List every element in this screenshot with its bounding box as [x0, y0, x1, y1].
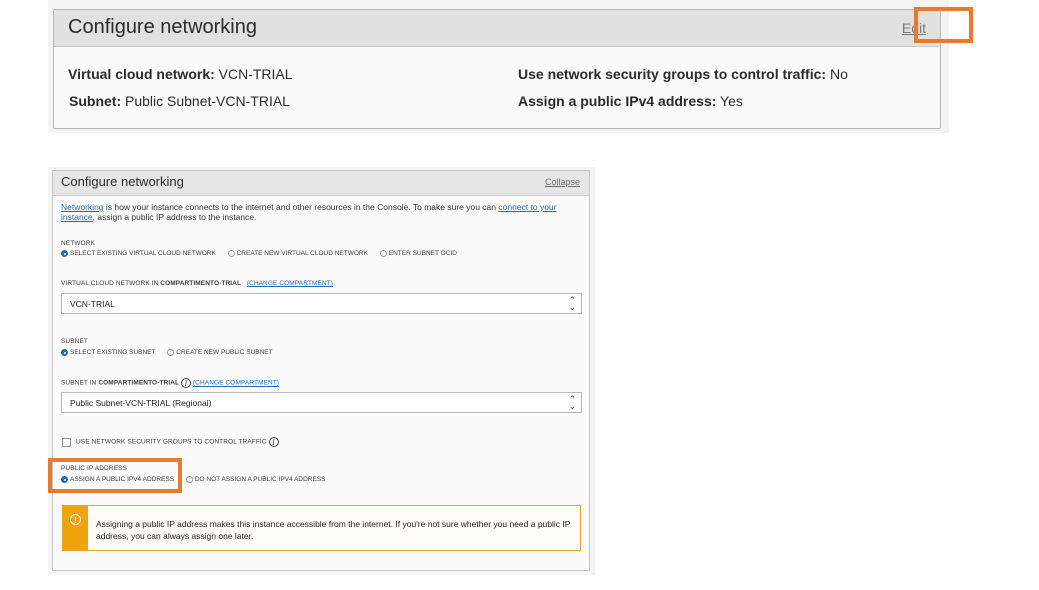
summary-subnet: Subnet: Public Subnet-VCN-TRIAL [69, 93, 290, 109]
nsg-label: USE NETWORK SECURITY GROUPS TO CONTROL T… [76, 438, 267, 446]
radio-label: SELECT EXISTING SUBNET [70, 349, 156, 357]
radio-dot [379, 250, 387, 257]
subnet-label: SUBNET [61, 338, 88, 345]
subnet-label-compartment: COMPARTIMENTO-TRIAL [98, 379, 180, 387]
edit-highlight-box [914, 7, 973, 43]
radio-create-new-vcn[interactable]: CREATE NEW VIRTUAL CLOUD NETWORK [227, 250, 368, 258]
radio-dot [61, 349, 68, 356]
radio-select-existing-subnet[interactable]: SELECT EXISTING SUBNET [61, 349, 155, 356]
summary-nsg: Use network security groups to control t… [518, 66, 848, 82]
summary-subnet-key: Subnet: [69, 93, 122, 109]
radio-do-not-assign-ipv4[interactable]: DO NOT ASSIGN A PUBLIC IPV4 ADDRESS [185, 476, 326, 484]
radio-label: ENTER SUBNET OCID [388, 250, 457, 258]
warning-icon: ! [70, 514, 81, 525]
networking-summary-card: Configure networking Edit Virtual cloud … [53, 9, 941, 129]
summary-subnet-value: Public Subnet-VCN-TRIAL [125, 93, 290, 109]
public-ip-notice: ! Assigning a public IP address makes th… [62, 505, 581, 551]
form-title: Configure networking [61, 174, 184, 189]
network-radio-group: SELECT EXISTING VIRTUAL CLOUD NETWORK CR… [61, 250, 467, 257]
summary-ipv4: Assign a public IPv4 address: Yes [518, 93, 743, 109]
summary-ipv4-key: Assign a public IPv4 address: [518, 93, 717, 109]
intro-text: Networking is how your instance connects… [61, 202, 576, 222]
form-header: Configure networking Collapse [53, 171, 589, 196]
public-ip-highlight-box [48, 458, 182, 493]
radio-dot [167, 349, 175, 356]
summary-nsg-value: No [829, 66, 848, 82]
summary-nsg-key: Use network security groups to control t… [518, 66, 827, 82]
summary-vcn: Virtual cloud network: VCN-TRIAL [68, 66, 293, 82]
subnet-select-value: Public Subnet-VCN-TRIAL (Regional) [70, 398, 212, 408]
change-compartment-link[interactable]: (CHANGE COMPARTMENT) [247, 280, 333, 287]
radio-enter-subnet-ocid[interactable]: ENTER SUBNET OCID [379, 250, 457, 258]
notice-text: Assigning a public IP address makes this… [96, 519, 571, 541]
radio-label: DO NOT ASSIGN A PUBLIC IPV4 ADDRESS [194, 476, 326, 484]
radio-label: CREATE NEW VIRTUAL CLOUD NETWORK [236, 250, 368, 258]
radio-dot [185, 476, 193, 483]
subnet-select[interactable]: Public Subnet-VCN-TRIAL (Regional) ⌃ ⌄ [61, 392, 582, 413]
vcn-label-prefix: VIRTUAL CLOUD NETWORK IN [61, 280, 161, 287]
change-compartment-link-subnet[interactable]: (CHANGE COMPARTMENT) [193, 380, 279, 387]
subnet-label-prefix: SUBNET IN [61, 379, 99, 387]
vcn-select-value: VCN-TRIAL [70, 299, 115, 309]
summary-vcn-key: Virtual cloud network: [68, 66, 215, 82]
summary-ipv4-value: Yes [720, 93, 743, 109]
networking-form-card: Configure networking Collapse Networking… [52, 170, 590, 571]
vcn-select[interactable]: VCN-TRIAL ⌃ ⌄ [61, 293, 582, 314]
info-icon[interactable]: i [181, 378, 192, 388]
summary-header: Configure networking Edit [54, 10, 940, 47]
subnet-radio-group: SELECT EXISTING SUBNET CREATE NEW PUBLIC… [61, 349, 283, 356]
subnet-compartment-label: SUBNET IN COMPARTIMENTO-TRIAL i (CHANGE … [61, 378, 279, 388]
vcn-label-compartment: COMPARTIMENTO-TRIAL [160, 280, 242, 287]
summary-vcn-value: VCN-TRIAL [218, 66, 293, 82]
summary-title: Configure networking [68, 16, 257, 38]
vcn-compartment-label: VIRTUAL CLOUD NETWORK IN COMPARTIMENTO-T… [61, 280, 333, 287]
intro-text-part2: , assign a public IP address to the inst… [92, 212, 257, 222]
select-chevron-icon: ⌃ ⌄ [568, 394, 576, 411]
select-chevron-icon: ⌃ ⌄ [568, 295, 576, 312]
network-label: NETWORK [61, 240, 95, 247]
radio-dot [227, 250, 235, 257]
radio-create-public-subnet[interactable]: CREATE NEW PUBLIC SUBNET [167, 349, 273, 357]
radio-dot [61, 250, 68, 257]
radio-select-existing-vcn[interactable]: SELECT EXISTING VIRTUAL CLOUD NETWORK [61, 250, 216, 257]
radio-label: CREATE NEW PUBLIC SUBNET [176, 349, 273, 357]
notice-bar: ! [63, 506, 88, 550]
networking-link[interactable]: Networking [61, 202, 104, 212]
nsg-checkbox[interactable] [62, 437, 71, 447]
info-icon[interactable]: i [268, 437, 279, 447]
radio-label: SELECT EXISTING VIRTUAL CLOUD NETWORK [70, 250, 216, 258]
intro-text-part1: is how your instance connects to the int… [103, 202, 499, 212]
nsg-row: USE NETWORK SECURITY GROUPS TO CONTROL T… [62, 437, 279, 447]
collapse-link[interactable]: Collapse [545, 177, 580, 187]
